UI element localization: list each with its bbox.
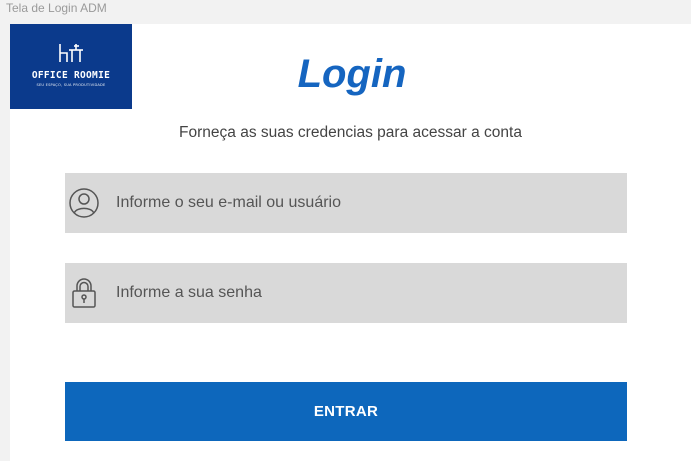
login-card: OFFICE ROOMIE SEU ESPAÇO, SUA PRODUTIVID… [10, 24, 691, 461]
frame-label: Tela de Login ADM [6, 1, 107, 15]
email-input[interactable] [116, 188, 596, 218]
password-field[interactable] [65, 263, 627, 323]
login-instructions: Forneça as suas credencias para acessar … [179, 124, 522, 141]
page-title: Login [297, 52, 407, 96]
user-icon [66, 185, 102, 221]
email-field[interactable] [65, 173, 627, 233]
password-input[interactable] [116, 278, 596, 308]
login-button[interactable]: ENTRAR [65, 382, 627, 441]
lock-icon [66, 275, 102, 311]
